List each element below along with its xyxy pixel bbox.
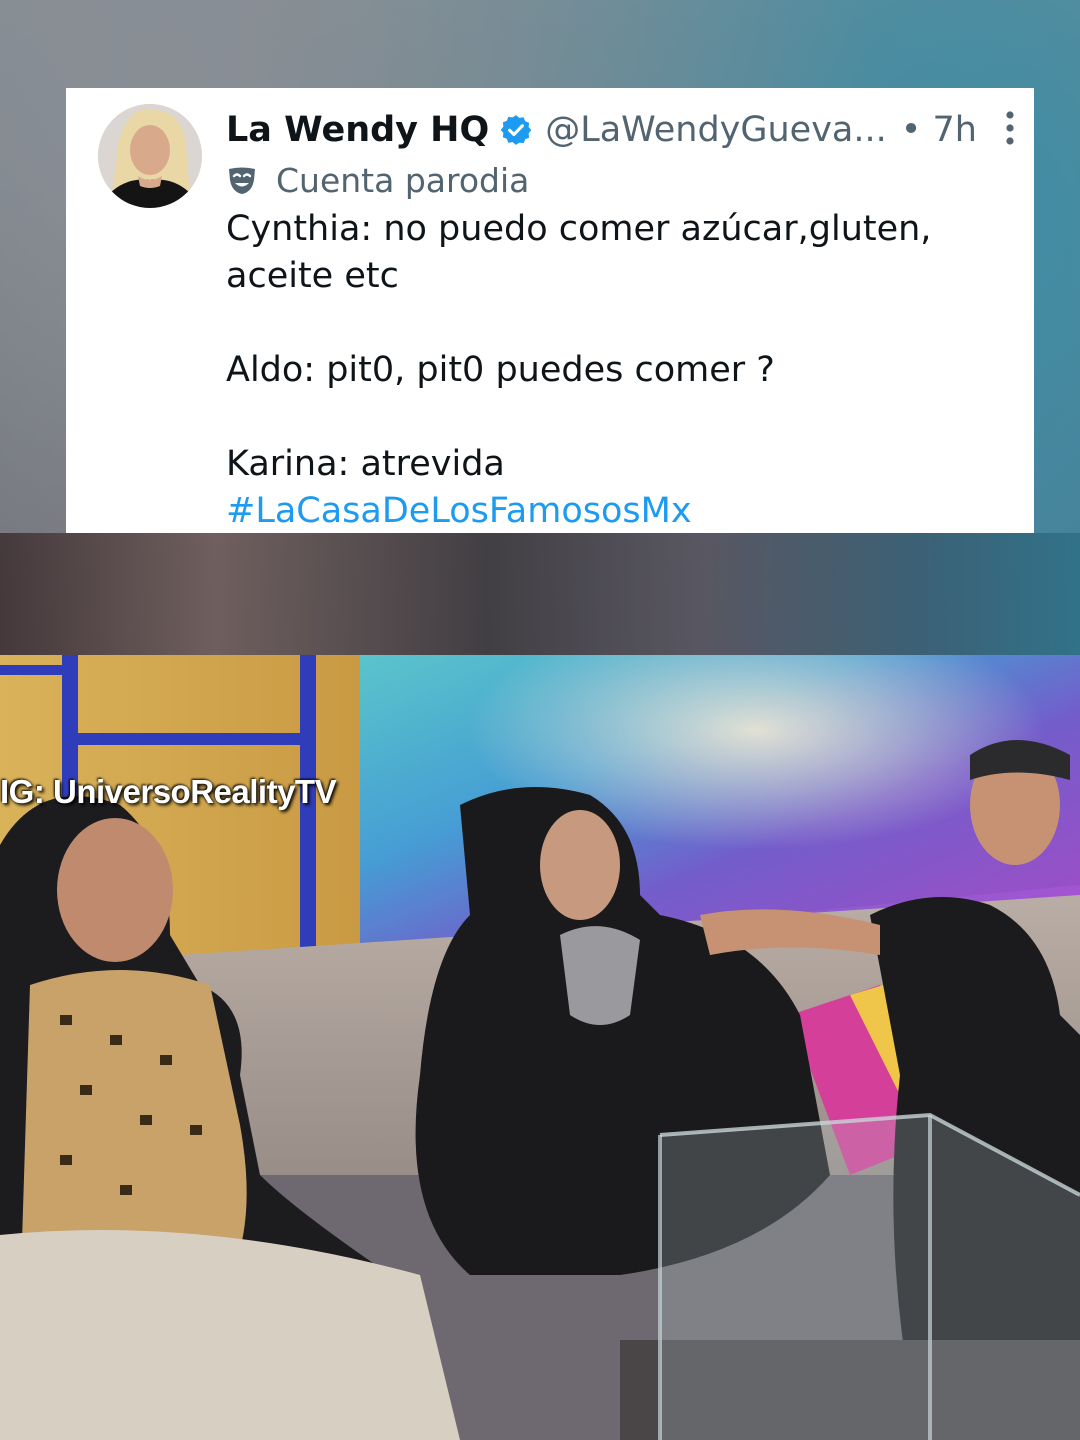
hashtag-link[interactable]: #LaCasaDeLosFamososMx — [226, 488, 1006, 533]
background-blur — [0, 533, 1080, 655]
parody-label: Cuenta parodia — [276, 160, 530, 200]
tweet-line: Karina: atrevida — [226, 444, 505, 484]
tweet-line: Cynthia: no puedo comer azúcar,gluten, — [226, 209, 932, 249]
avatar[interactable] — [98, 104, 202, 208]
tweet-line: aceite etc — [226, 256, 399, 296]
video-frame[interactable]: IG: UniversoRealityTV — [0, 655, 1080, 1440]
tweet-text: Cynthia: no puedo comer azúcar,gluten, a… — [226, 206, 1006, 533]
tweet-line: Aldo: pit0, pit0 puedes comer ? — [226, 350, 775, 390]
display-name[interactable]: La Wendy HQ — [226, 110, 489, 150]
more-options-icon[interactable] — [1000, 108, 1020, 148]
video-watermark: IG: UniversoRealityTV — [0, 773, 337, 810]
tweet-card[interactable]: La Wendy HQ @LaWendyGueva... • 7h Cuenta… — [66, 88, 1034, 533]
tweet-header: La Wendy HQ @LaWendyGueva... • 7h — [226, 106, 1016, 154]
parody-row: Cuenta parodia — [226, 158, 529, 202]
timestamp[interactable]: • 7h — [901, 110, 977, 150]
parody-mask-icon — [229, 167, 255, 194]
verified-badge-icon — [500, 115, 532, 145]
handle[interactable]: @LaWendyGueva... — [545, 110, 887, 150]
